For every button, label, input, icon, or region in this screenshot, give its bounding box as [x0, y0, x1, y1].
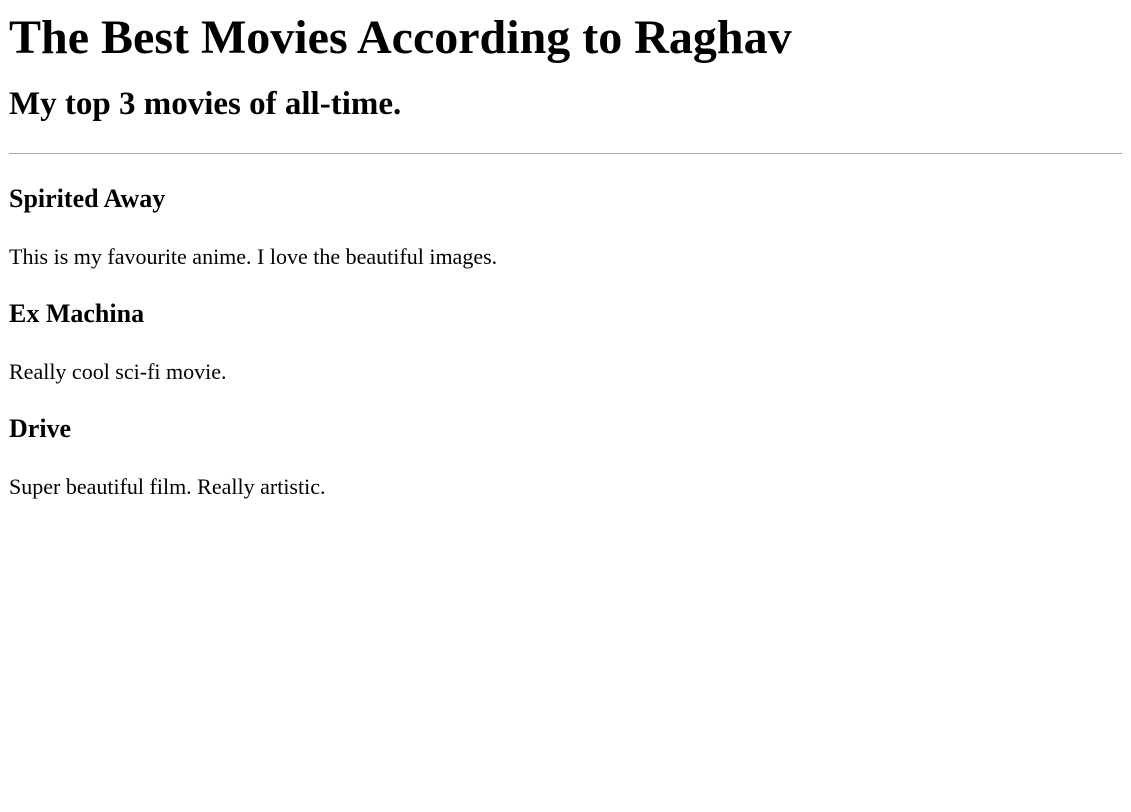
movie-title: Spirited Away — [9, 184, 166, 213]
page-subtitle: My top 3 movies of all-time. — [9, 86, 402, 122]
movie-list: Spirited Away This is my favourite anime… — [9, 154, 1122, 500]
movie-title: Ex Machina — [9, 299, 145, 328]
movie-title: Drive — [9, 414, 72, 443]
movie-description: Really cool sci-fi movie. — [9, 359, 227, 384]
movie-item: Drive Super beautiful film. Really artis… — [9, 385, 1122, 500]
page: The Best Movies According to Raghav My t… — [0, 0, 1131, 500]
page-title: The Best Movies According to Raghav — [9, 11, 792, 64]
movie-description: This is my favourite anime. I love the b… — [9, 244, 498, 269]
movie-description: Super beautiful film. Really artistic. — [9, 474, 326, 499]
movie-item: Ex Machina Really cool sci-fi movie. — [9, 270, 1122, 385]
movie-item: Spirited Away This is my favourite anime… — [9, 154, 1122, 270]
